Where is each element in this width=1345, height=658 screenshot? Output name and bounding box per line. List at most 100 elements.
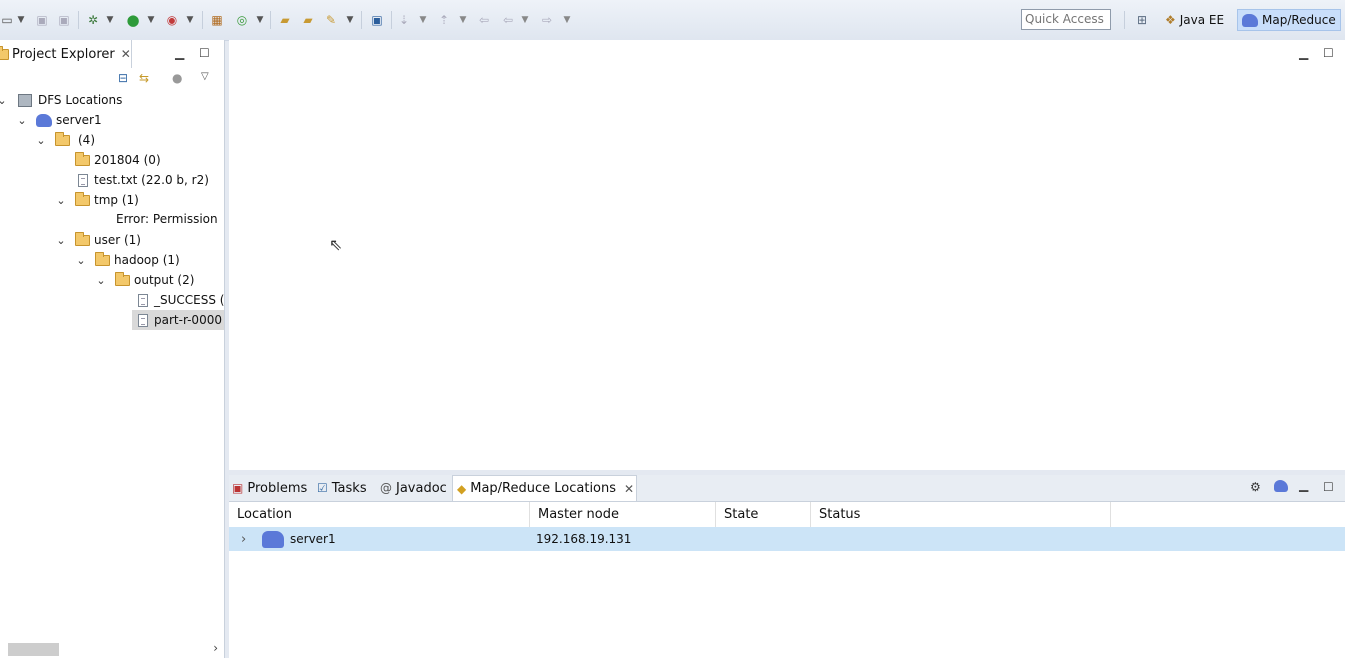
save-icon[interactable]: ▣: [34, 10, 50, 30]
save-all-icon[interactable]: ▣: [56, 10, 72, 30]
back-icon[interactable]: ⇦: [500, 10, 516, 30]
column-header-status[interactable]: Status: [811, 502, 1111, 527]
tree-item-tmp[interactable]: ⌄ tmp (1): [55, 190, 139, 210]
java-ee-perspective-icon: ❖: [1165, 13, 1176, 27]
maximize-icon[interactable]: ☐: [199, 46, 210, 60]
expand-chevron-icon[interactable]: ⌄: [16, 114, 28, 127]
expand-chevron-icon[interactable]: ›: [241, 527, 246, 551]
debug-icon[interactable]: ✲: [85, 10, 101, 30]
perspective-java-ee[interactable]: ❖ Java EE: [1161, 9, 1228, 31]
expand-chevron-icon[interactable]: ⌄: [75, 254, 87, 267]
tab-tasks[interactable]: ☑ Tasks: [317, 475, 367, 501]
close-icon[interactable]: ✕: [121, 47, 131, 61]
link-with-editor-icon[interactable]: ⇆: [139, 71, 149, 85]
expand-chevron-icon[interactable]: ⌄: [35, 134, 47, 147]
column-header-location[interactable]: Location: [229, 502, 530, 527]
edit-hadoop-location-icon[interactable]: [1274, 480, 1288, 495]
mapreduce-locations-icon: ◆: [457, 481, 467, 496]
tree-item-user[interactable]: ⌄ user (1): [55, 230, 141, 250]
minimize-icon[interactable]: ▁: [175, 46, 184, 60]
external-tools-icon[interactable]: ◉: [163, 10, 181, 30]
file-icon: [78, 173, 88, 187]
expand-chevron-icon[interactable]: ⌄: [55, 194, 67, 207]
panel-minimize-icon[interactable]: ▁: [1299, 478, 1308, 492]
folder-icon: [75, 231, 90, 246]
mouse-cursor-icon: ⇖: [329, 235, 343, 254]
collapse-all-icon[interactable]: ⊟: [118, 71, 128, 85]
bottom-tab-bar: ▣ Problems ☑ Tasks @ Javadoc ◆ Map/Reduc…: [229, 475, 1345, 502]
tree-item-server1[interactable]: ⌄ server1: [16, 110, 101, 130]
tree-item-part-r-0000[interactable]: part-r-0000: [132, 310, 224, 330]
tree-item-dfs-locations[interactable]: ⌄ DFS Locations: [0, 90, 122, 110]
tab-javadoc[interactable]: @ Javadoc: [380, 475, 447, 501]
view-menu-icon[interactable]: ▽: [201, 71, 209, 82]
forward-icon[interactable]: ⇨: [539, 10, 555, 30]
terminal-icon[interactable]: ▣: [368, 10, 386, 30]
project-explorer-view: Project Explorer ✕ ▁ ☐ ⊟ ⇆ ● ▽ ⌄ DFS Loc…: [0, 40, 225, 658]
editor-area[interactable]: ▁ ☐ ⇖: [229, 40, 1345, 470]
previous-annotation-icon[interactable]: ⇡: [436, 10, 452, 30]
run-dropdown-icon[interactable]: ▼: [146, 10, 156, 30]
new-package-icon[interactable]: ▦: [208, 10, 226, 30]
open-type-icon[interactable]: ▰: [276, 10, 294, 30]
folder-icon: [115, 271, 130, 286]
last-edit-icon[interactable]: ⇦: [476, 10, 492, 30]
tree-item-output[interactable]: ⌄ output (2): [95, 270, 194, 290]
file-icon: [138, 293, 148, 307]
open-folder-icon[interactable]: ▰: [299, 10, 317, 30]
new-file-icon[interactable]: ▭: [0, 10, 14, 30]
forward-dropdown-icon[interactable]: ▼: [562, 10, 572, 30]
master-node-cell: 192.168.19.131: [536, 532, 632, 546]
tab-project-explorer[interactable]: Project Explorer ✕: [0, 40, 132, 68]
panel-maximize-icon[interactable]: ☐: [1323, 480, 1334, 494]
new-class-icon[interactable]: ◎: [233, 10, 251, 30]
new-class-dropdown-icon[interactable]: ▼: [255, 10, 265, 30]
next-annotation-icon[interactable]: ⇣: [396, 10, 412, 30]
table-row[interactable]: › server1 192.168.19.131: [229, 527, 1345, 551]
close-icon[interactable]: ✕: [624, 482, 634, 496]
folder-icon: [55, 131, 70, 146]
elephant-icon: [1242, 13, 1258, 27]
new-hadoop-location-icon[interactable]: ⚙: [1250, 480, 1261, 494]
elephant-icon: [36, 113, 52, 127]
next-annotation-dropdown-icon[interactable]: ▼: [418, 10, 428, 30]
editor-maximize-icon[interactable]: ☐: [1323, 46, 1334, 60]
focus-icon[interactable]: ●: [172, 71, 182, 85]
tree-item-root-folder[interactable]: ⌄ (4): [35, 130, 95, 150]
search-dropdown-icon[interactable]: ▼: [345, 10, 355, 30]
debug-dropdown-icon[interactable]: ▼: [105, 10, 115, 30]
horizontal-scrollbar[interactable]: ›: [0, 641, 224, 658]
tab-map-reduce-locations[interactable]: ◆ Map/Reduce Locations ✕: [452, 475, 637, 501]
folder-icon: [75, 151, 90, 166]
bottom-panel: ▣ Problems ☑ Tasks @ Javadoc ◆ Map/Reduc…: [229, 475, 1345, 658]
new-dropdown-icon[interactable]: ▼: [16, 10, 26, 30]
run-icon[interactable]: ●: [124, 10, 142, 30]
previous-annotation-dropdown-icon[interactable]: ▼: [458, 10, 468, 30]
expand-chevron-icon[interactable]: ⌄: [95, 274, 107, 287]
external-tools-dropdown-icon[interactable]: ▼: [185, 10, 195, 30]
folder-icon: [95, 251, 110, 266]
location-cell: server1: [262, 527, 336, 551]
elephant-icon: [262, 530, 284, 548]
expand-chevron-icon[interactable]: ⌄: [55, 234, 67, 247]
open-perspective-icon[interactable]: ⊞: [1133, 10, 1151, 30]
scrollbar-thumb[interactable]: [8, 643, 59, 656]
project-explorer-icon: [0, 45, 9, 60]
quick-access-input[interactable]: [1021, 9, 1111, 30]
tree-item-201804[interactable]: 201804 (0): [75, 150, 161, 170]
tree-item-error-permission[interactable]: Error: Permission: [116, 209, 218, 229]
search-icon[interactable]: ✎: [322, 10, 340, 30]
column-header-state[interactable]: State: [716, 502, 811, 527]
scroll-right-icon[interactable]: ›: [213, 641, 218, 655]
problems-icon: ▣: [232, 481, 244, 495]
tree-item-hadoop[interactable]: ⌄ hadoop (1): [75, 250, 180, 270]
tab-problems[interactable]: ▣ Problems: [232, 475, 307, 501]
back-dropdown-icon[interactable]: ▼: [520, 10, 530, 30]
javadoc-icon: @: [380, 481, 392, 495]
editor-minimize-icon[interactable]: ▁: [1299, 46, 1308, 60]
expand-chevron-icon[interactable]: ⌄: [0, 94, 8, 107]
perspective-map-reduce[interactable]: Map/Reduce: [1237, 9, 1341, 31]
tree-item-success[interactable]: _SUCCESS (: [138, 290, 224, 310]
tree-item-test-txt[interactable]: test.txt (22.0 b, r2): [78, 170, 209, 190]
column-header-master-node[interactable]: Master node: [530, 502, 716, 527]
